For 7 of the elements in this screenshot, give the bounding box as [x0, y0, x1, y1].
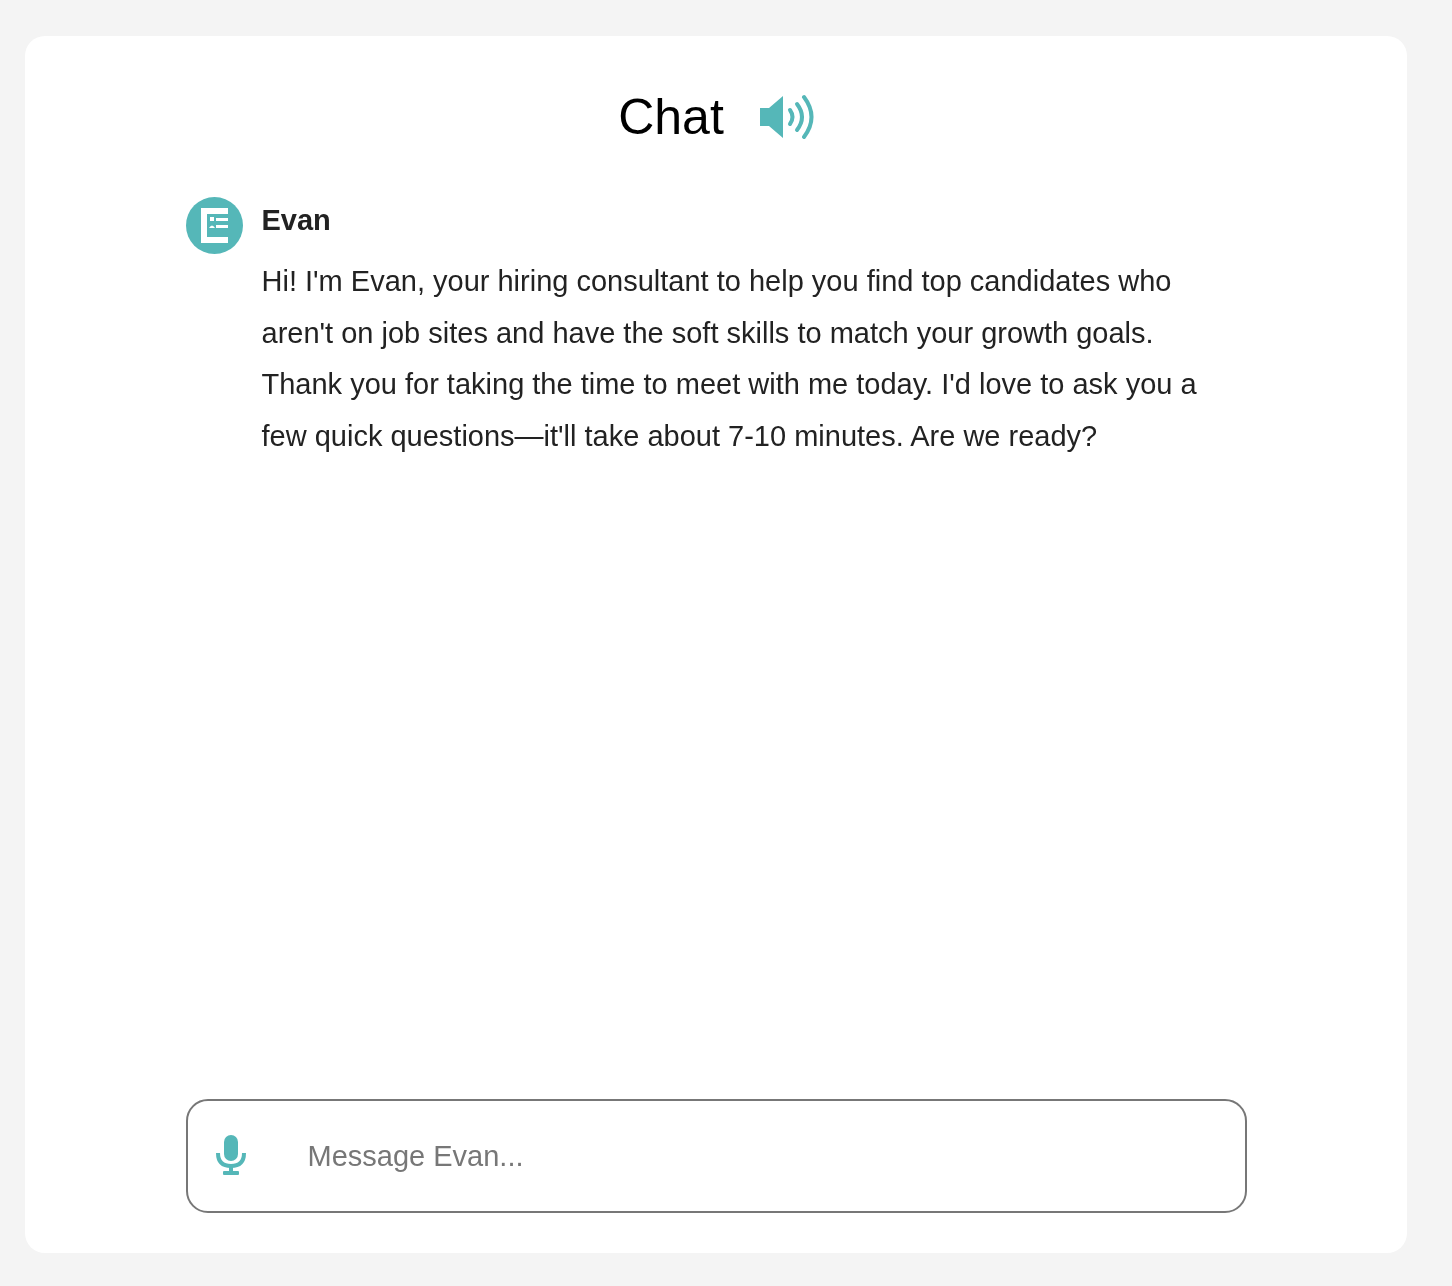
- message-text: Hi! I'm Evan, your hiring consultant to help you find top candidates who aren't on job sites and have the soft skills to match your growth goals. Thank you for taking the time to meet with me today. I'd love to ask you a few quick questions—it'll take about 7-10 minutes. Are we ready?: [261, 264, 1198, 454]
- speaker-icon[interactable]: [757, 94, 814, 140]
- sender-name: Evan: [261, 204, 332, 237]
- microphone-icon[interactable]: [213, 1133, 248, 1177]
- message-input[interactable]: Message Evan...: [185, 1099, 1247, 1213]
- chat-title: Chat: [618, 88, 724, 146]
- avatar-icon: [185, 197, 243, 254]
